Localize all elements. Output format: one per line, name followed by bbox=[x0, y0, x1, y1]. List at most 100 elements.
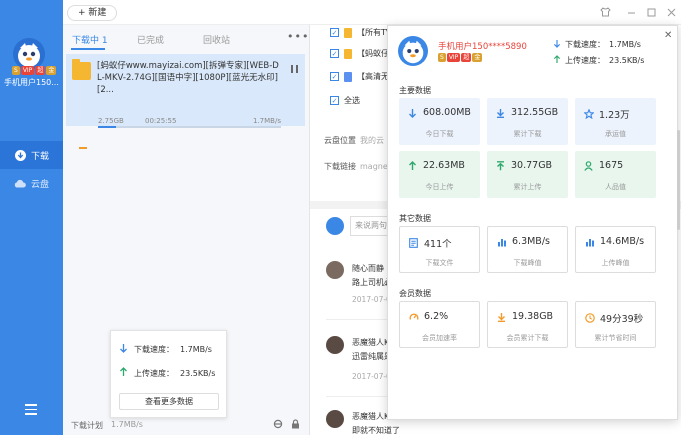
speed-popup: 下载速度： 1.7MB/s 上传速度： 23.5KB/s 查看更多数据 bbox=[110, 330, 227, 418]
stat-card-download-peak: 6.3MB/s 下载峰值 bbox=[487, 226, 568, 273]
comment-text: 即就不知道了 bbox=[352, 426, 400, 435]
arrow-down-bar-icon bbox=[495, 107, 506, 118]
bar-chart-icon bbox=[584, 236, 595, 247]
more-options-icon[interactable]: ••• bbox=[287, 30, 309, 43]
star-icon bbox=[583, 109, 594, 120]
comment-time: 2017-07-0 bbox=[352, 295, 391, 304]
download-link-label: 下载链接 bbox=[324, 162, 356, 171]
tab-completed[interactable]: 已完成 bbox=[137, 33, 164, 46]
new-task-button[interactable]: + 新建 bbox=[67, 5, 118, 21]
upload-speed-label: 上传速度： bbox=[565, 56, 605, 65]
stat-value: 312.55GB bbox=[511, 107, 559, 118]
stat-value: 19.38GB bbox=[512, 311, 554, 322]
task-remaining-time: 00:25:55 bbox=[145, 117, 177, 125]
gauge-icon bbox=[408, 311, 419, 322]
stat-card-character: 1675 人品值 bbox=[575, 151, 656, 198]
commenter-avatar[interactable] bbox=[326, 261, 344, 279]
pause-icon[interactable] bbox=[291, 65, 298, 73]
checkbox[interactable]: ✓ bbox=[330, 28, 339, 37]
vip-tag: 超 bbox=[461, 53, 472, 62]
close-icon[interactable] bbox=[665, 6, 677, 18]
download-plan-label[interactable]: 下载计划 bbox=[71, 420, 103, 431]
comment-input[interactable]: 来说两句 bbox=[350, 216, 390, 236]
stats-upload-speed: 上传速度： 23.5KB/s bbox=[553, 55, 644, 66]
vip-badges: S VIP 超 金 bbox=[438, 53, 483, 62]
stat-card-vip-accel: 6.2% 会员加速率 bbox=[399, 301, 480, 348]
stats-download-speed: 下载速度： 1.7MB/s bbox=[553, 39, 641, 50]
sidebar-user-name[interactable]: 手机用户150... bbox=[4, 77, 62, 88]
ie-icon[interactable] bbox=[273, 419, 283, 429]
stat-label: 会员加速率 bbox=[422, 334, 457, 342]
stat-card-saved-time: 49分39秒 累计节省时间 bbox=[575, 301, 656, 348]
stat-card-vip-download: 19.38GB 会员累计下载 bbox=[487, 301, 568, 348]
stat-card-luck: 1.23万 承运值 bbox=[575, 98, 656, 145]
stat-value: 1675 bbox=[599, 160, 624, 171]
sidebar-item-download[interactable]: 下载 bbox=[0, 141, 63, 169]
download-tabs: 下载中 1 已完成 回收站 ••• bbox=[63, 25, 310, 51]
file-row[interactable]: ✓ 【蚂蚁仔 bbox=[330, 48, 389, 59]
arrow-up-icon bbox=[407, 160, 418, 171]
comment-author[interactable]: 随心而静 bbox=[352, 263, 384, 274]
stat-value: 6.2% bbox=[424, 311, 449, 322]
stat-value: 1.23万 bbox=[599, 110, 630, 121]
statistics-popover: ✕ 手机用户150****5890 S VIP 超 金 下载速度： 1.7MB/… bbox=[387, 25, 678, 420]
arrow-down-icon bbox=[407, 107, 418, 118]
download-speed-value: 1.7MB/s bbox=[180, 344, 212, 354]
vip-tag: VIP bbox=[446, 53, 461, 62]
comment-text: 迅雷纯属是 bbox=[352, 352, 392, 361]
stat-label: 今日下载 bbox=[425, 130, 454, 138]
select-all-checkbox[interactable]: ✓ bbox=[330, 96, 339, 105]
tab-downloading[interactable]: 下载中 1 bbox=[72, 33, 108, 46]
upload-speed-row: 上传速度： 23.5KB/s bbox=[119, 367, 215, 379]
cloud-location-row: 云盘位置 我的云 bbox=[324, 135, 384, 146]
skin-icon[interactable] bbox=[599, 6, 611, 18]
task-name: [蚂蚁仔www.mayizai.com][拆弹专家][WEB-DL-MKV-2.… bbox=[97, 61, 279, 95]
speed-status-icon bbox=[79, 143, 87, 149]
download-link-value[interactable]: magne bbox=[360, 162, 388, 171]
clock-icon bbox=[584, 313, 595, 324]
maximize-icon[interactable] bbox=[645, 6, 657, 18]
sidebar-item-cloud[interactable]: 云盘 bbox=[0, 169, 63, 197]
checkbox[interactable]: ✓ bbox=[330, 72, 339, 81]
commenter-avatar[interactable] bbox=[326, 410, 344, 428]
popover-scrollbar[interactable] bbox=[677, 130, 680, 230]
tab-underline bbox=[71, 48, 105, 50]
upload-speed-label: 上传速度： bbox=[134, 368, 174, 378]
stat-label: 累计下载 bbox=[513, 130, 542, 138]
my-avatar bbox=[326, 217, 344, 235]
download-task[interactable]: [蚂蚁仔www.mayizai.com][拆弹专家][WEB-DL-MKV-2.… bbox=[66, 54, 305, 149]
checkbox[interactable]: ✓ bbox=[330, 49, 339, 58]
stat-value: 608.00MB bbox=[423, 107, 471, 118]
main-data-title: 主要数据 bbox=[399, 86, 431, 95]
cloud-location-value[interactable]: 我的云 bbox=[360, 136, 384, 145]
file-row[interactable]: ✓ 【高清无 bbox=[330, 71, 389, 82]
stat-value: 14.6MB/s bbox=[600, 236, 645, 247]
top-bar: + 新建 bbox=[63, 0, 681, 25]
close-icon[interactable]: ✕ bbox=[664, 30, 672, 41]
commenter-avatar[interactable] bbox=[326, 336, 344, 354]
view-more-data-button[interactable]: 查看更多数据 bbox=[119, 393, 219, 410]
lock-icon[interactable] bbox=[291, 419, 301, 429]
task-progress-fill bbox=[98, 126, 117, 128]
stat-label: 会员累计下载 bbox=[506, 334, 549, 342]
vip-tag: 超 bbox=[35, 66, 46, 75]
task-speed: 1.7MB/s bbox=[253, 117, 281, 125]
stat-card-files: 411个 下载文件 bbox=[399, 226, 480, 273]
tab-recycle-bin[interactable]: 回收站 bbox=[203, 33, 230, 46]
stat-label: 人品值 bbox=[605, 183, 626, 191]
arrow-up-icon bbox=[119, 367, 128, 379]
download-link-row: 下载链接 magne bbox=[324, 161, 388, 172]
stat-label: 累计上传 bbox=[513, 183, 542, 191]
comment-author[interactable]: 恶魔猎人K bbox=[352, 337, 389, 348]
file-name: 【蚂蚁仔 bbox=[357, 49, 389, 58]
file-row[interactable]: ✓ 【所有TV bbox=[330, 27, 391, 38]
arrow-up-bar-icon bbox=[495, 160, 506, 171]
minimize-icon[interactable] bbox=[625, 6, 637, 18]
stat-card-total-upload: 30.77GB 累计上传 bbox=[487, 151, 568, 198]
select-all-row[interactable]: ✓ 全选 bbox=[330, 95, 360, 106]
vip-tag: 金 bbox=[46, 66, 57, 75]
vip-tag: VIP bbox=[20, 66, 35, 75]
stat-value: 6.3MB/s bbox=[512, 236, 550, 247]
menu-icon[interactable] bbox=[25, 404, 37, 418]
stat-value: 22.63MB bbox=[423, 160, 465, 171]
